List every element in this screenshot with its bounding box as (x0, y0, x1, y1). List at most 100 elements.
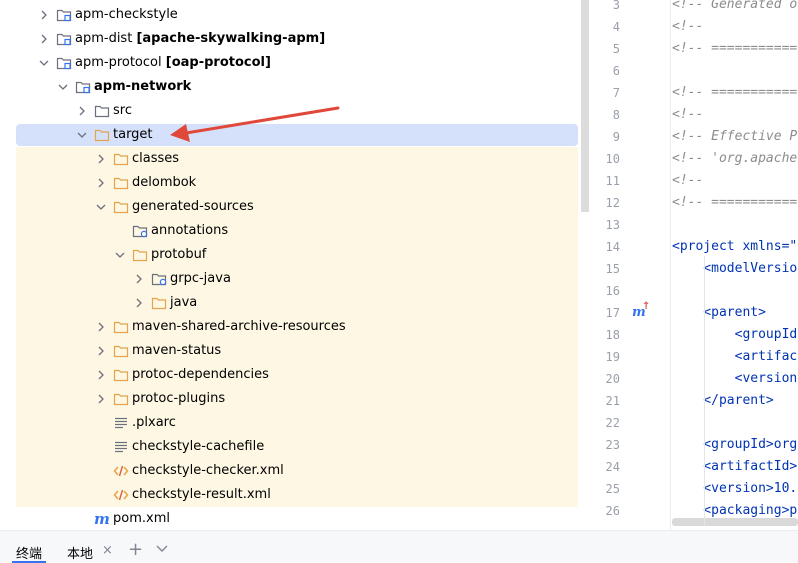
chevron-down-icon[interactable] (38, 57, 50, 69)
tree-row-generated-sources[interactable]: generated-sources (0, 195, 590, 219)
tree-row-java[interactable]: java (0, 291, 590, 315)
line-number: 10 (605, 152, 620, 166)
chevron-down-icon[interactable] (57, 81, 69, 93)
tree-row-pom-xml[interactable]: m pom.xml (0, 507, 590, 530)
module-folder-icon (56, 31, 72, 47)
tab-local[interactable]: 本地 (67, 543, 93, 562)
tree-row-plxarc[interactable]: .plxarc (0, 411, 590, 435)
tree-row-checkstyle-cachefile[interactable]: checkstyle-cachefile (0, 435, 590, 459)
line-number: 22 (605, 416, 620, 430)
code-line: <groupId>org (672, 437, 798, 452)
chevron-right-icon[interactable] (95, 177, 107, 189)
code-line: <!-- (672, 19, 704, 34)
chevron-down-icon[interactable] (114, 249, 126, 261)
code-line: <!-- 'org.apache (672, 151, 798, 166)
chevron-right-icon[interactable] (95, 321, 107, 333)
tree-item-label: apm-network (94, 79, 192, 94)
tree-row-apm-network[interactable]: apm-network (0, 75, 590, 99)
text-file-icon (113, 439, 129, 455)
tree-item-label: checkstyle-checker.xml (132, 463, 284, 478)
tree-row-apm-checkstyle[interactable]: apm-checkstyle (0, 3, 590, 27)
line-number: 24 (605, 460, 620, 474)
tree-item-label: protobuf (151, 247, 207, 262)
chevron-down-icon[interactable] (156, 545, 168, 553)
override-arrow-icon[interactable]: ↑ (642, 301, 650, 312)
code-line: <version>10. (672, 481, 798, 496)
chevron-right-icon[interactable] (95, 369, 107, 381)
tree-scrollbar[interactable] (581, 0, 589, 212)
code-line: <!-- (672, 173, 704, 188)
chevron-right-icon[interactable] (133, 297, 145, 309)
tab-terminal[interactable]: 终端 (16, 543, 42, 562)
chevron-right-icon[interactable] (38, 33, 50, 45)
code-line: <project xmlns=" (672, 239, 798, 254)
editor-horizontal-scrollbar[interactable] (672, 518, 798, 526)
close-tab-icon[interactable]: × (102, 543, 113, 558)
editor-gutter: 3 4 5 6 7 8 9 10 11 12 13 14 15 16 17 18 19 20 21 22 23 24 25 2… (592, 0, 671, 530)
tree-item-label: generated-sources (132, 199, 254, 214)
chevron-down-icon[interactable] (95, 201, 107, 213)
line-number: 5 (612, 42, 620, 56)
code-line: <modelVersio (672, 261, 798, 276)
chevron-right-icon[interactable] (133, 273, 145, 285)
tree-item-label: apm-dist [apache-skywalking-apm] (75, 31, 326, 46)
tree-item-label: src (113, 103, 132, 118)
code-line: <!-- =========== (672, 41, 798, 56)
line-number: 19 (605, 350, 620, 364)
chevron-right-icon[interactable] (38, 9, 50, 21)
tree-item-label: grpc-java (170, 271, 231, 286)
line-number: 14 (605, 240, 620, 254)
chevron-right-icon[interactable] (95, 393, 107, 405)
tree-row-classes[interactable]: classes (0, 147, 590, 171)
chevron-right-icon[interactable] (76, 105, 88, 117)
line-number: 26 (605, 504, 620, 518)
tree-item-label: pom.xml (113, 511, 170, 526)
chevron-down-icon[interactable] (76, 129, 88, 141)
add-tab-icon[interactable]: + (128, 539, 143, 560)
folder-icon (113, 391, 129, 407)
tree-row-target[interactable]: target (0, 123, 590, 147)
code-line: <packaging>p (672, 503, 798, 518)
tree-row-protobuf[interactable]: protobuf (0, 243, 590, 267)
folder-icon (94, 127, 110, 143)
generated-folder-icon (151, 271, 167, 287)
code-editor[interactable]: 3 4 5 6 7 8 9 10 11 12 13 14 15 16 17 18 19 20 21 22 23 24 25 2… (592, 0, 798, 530)
tree-row-apm-protocol[interactable]: apm-protocol [oap-protocol] (0, 51, 590, 75)
module-folder-icon (56, 7, 72, 23)
tree-row-maven-status[interactable]: maven-status (0, 339, 590, 363)
folder-icon (113, 319, 129, 335)
tree-item-label: protoc-dependencies (132, 367, 269, 382)
tree-item-label: apm-protocol [oap-protocol] (75, 55, 271, 70)
tree-row-apm-dist[interactable]: apm-dist [apache-skywalking-apm] (0, 27, 590, 51)
line-number: 17 (605, 306, 620, 320)
tree-row-maven-shared-archive-resources[interactable]: maven-shared-archive-resources (0, 315, 590, 339)
folder-icon (113, 151, 129, 167)
tree-row-delombok[interactable]: delombok (0, 171, 590, 195)
tree-row-src[interactable]: src (0, 99, 590, 123)
line-number: 16 (605, 284, 620, 298)
tree-row-grpc-java[interactable]: grpc-java (0, 267, 590, 291)
folder-icon (113, 175, 129, 191)
tree-row-checkstyle-checker-xml[interactable]: checkstyle-checker.xml (0, 459, 590, 483)
chevron-right-icon[interactable] (95, 345, 107, 357)
line-number: 4 (612, 20, 620, 34)
tree-item-label: classes (132, 151, 180, 166)
code-line: <!-- Generated o (672, 0, 798, 12)
tree-row-protoc-dependencies[interactable]: protoc-dependencies (0, 363, 590, 387)
source-folder-icon (94, 103, 110, 119)
module-artifact-suffix: [apache-skywalking-apm] (136, 31, 326, 46)
module-folder-icon (75, 79, 91, 95)
tree-row-protoc-plugins[interactable]: protoc-plugins (0, 387, 590, 411)
tree-row-annotations[interactable]: annotations (0, 219, 590, 243)
tree-row-checkstyle-result-xml[interactable]: checkstyle-result.xml (0, 483, 590, 507)
chevron-right-icon[interactable] (95, 153, 107, 165)
code-line: <artifactId> (672, 459, 798, 474)
code-line: <!-- Effective P (672, 129, 798, 144)
line-number: 15 (605, 262, 620, 276)
svg-text:m: m (94, 511, 110, 527)
code-line: <artifac (672, 349, 798, 364)
tree-item-label: maven-shared-archive-resources (132, 319, 346, 334)
line-number: 20 (605, 372, 620, 386)
tree-item-label: apm-checkstyle (75, 7, 178, 22)
line-number: 9 (612, 130, 620, 144)
